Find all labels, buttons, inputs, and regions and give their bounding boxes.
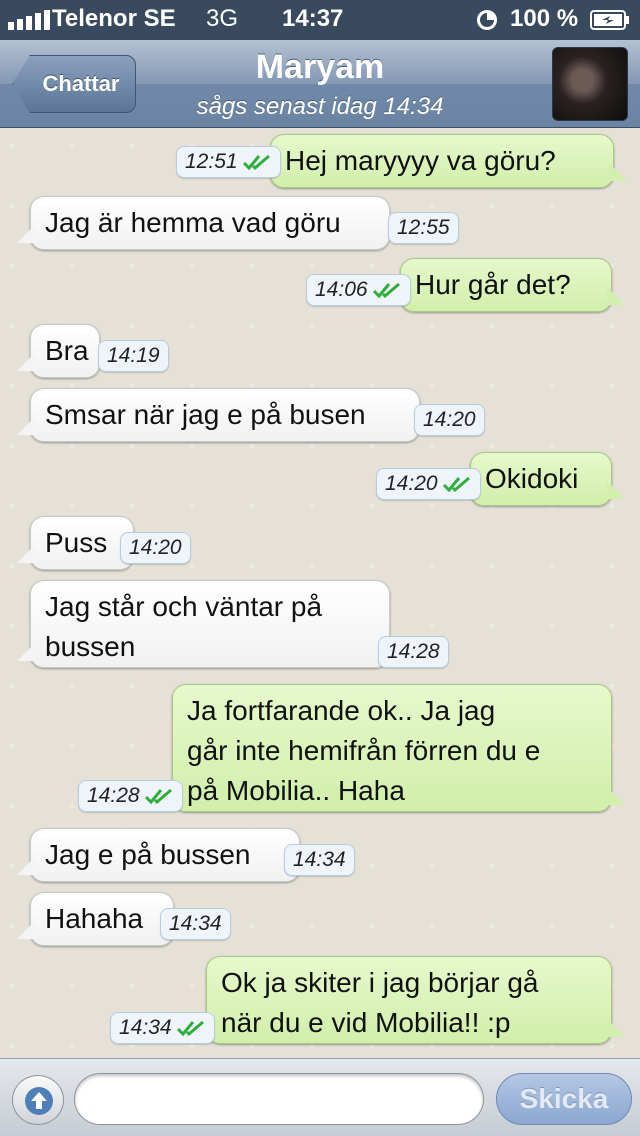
message-text: Puss: [45, 527, 108, 558]
battery-charging-icon: [590, 10, 629, 30]
signal-icon: [8, 10, 50, 30]
message-text: Okidoki: [485, 463, 579, 494]
message-input[interactable]: [74, 1073, 484, 1125]
last-seen-status: sågs senast idag 14:34: [196, 93, 444, 120]
clock: 14:37: [282, 5, 344, 32]
incoming-message-bubble[interactable]: Puss: [30, 516, 134, 570]
timestamp-text: 14:20: [385, 472, 438, 495]
incoming-message-bubble[interactable]: Jag står och väntar på bussen: [30, 580, 390, 668]
message-text: Smsar när jag e på busen: [45, 399, 366, 430]
outgoing-message-bubble[interactable]: Okidoki: [470, 452, 612, 506]
timestamp-text: 14:28: [87, 784, 140, 807]
upload-arrow-icon: [25, 1087, 53, 1115]
timestamp-text: 14:34: [169, 912, 222, 935]
message-timestamp: 14:20: [414, 404, 485, 436]
incoming-message-bubble[interactable]: Bra: [30, 324, 100, 378]
message-text: Jag e på bussen: [45, 839, 251, 870]
message-text: Ja fortfarande ok.. Ja jag går inte hemi…: [187, 695, 541, 806]
timestamp-text: 14:06: [315, 278, 368, 301]
double-check-icon: [144, 789, 172, 805]
status-bar: Telenor SE 3G 14:37 100 %: [0, 0, 640, 40]
navigation-bar: Chattar Maryam sågs senast idag 14:34: [0, 40, 640, 128]
message-timestamp: 14:19: [98, 340, 169, 372]
incoming-message-bubble[interactable]: Jag är hemma vad göru: [30, 196, 390, 250]
message-timestamp: 14:06: [306, 274, 411, 306]
double-check-icon: [242, 155, 270, 171]
message-text: Hahaha: [45, 903, 144, 934]
timestamp-text: 14:20: [423, 408, 476, 431]
message-text: Ok ja skiter i jag börjar gå när du e vi…: [221, 967, 539, 1038]
outgoing-message-bubble[interactable]: Hur går det?: [400, 258, 612, 312]
incoming-message-bubble[interactable]: Smsar när jag e på busen: [30, 388, 420, 442]
message-timestamp: 14:20: [120, 532, 191, 564]
timestamp-text: 12:55: [397, 216, 450, 239]
timestamp-text: 14:20: [129, 536, 182, 559]
timestamp-text: 14:28: [387, 640, 440, 663]
incoming-message-bubble[interactable]: Hahaha: [30, 892, 174, 946]
incoming-message-bubble[interactable]: Jag e på bussen: [30, 828, 300, 882]
back-button[interactable]: Chattar: [12, 55, 136, 113]
message-timestamp: 14:28: [378, 636, 449, 668]
timestamp-text: 12:51: [185, 150, 238, 173]
timestamp-text: 14:34: [119, 1016, 172, 1039]
send-button[interactable]: Skicka: [496, 1073, 632, 1125]
timestamp-text: 14:34: [293, 848, 346, 871]
chat-area[interactable]: Hej maryyyy va göru? 12:51 Jag är hemma va…: [0, 128, 640, 1058]
double-check-icon: [372, 283, 400, 299]
message-timestamp: 12:55: [388, 212, 459, 244]
message-text: Jag är hemma vad göru: [45, 207, 341, 238]
message-timestamp: 14:28: [78, 780, 183, 812]
contact-name: Maryam: [255, 48, 385, 86]
outgoing-message-bubble[interactable]: Hej maryyyy va göru?: [270, 134, 614, 188]
outgoing-message-bubble[interactable]: Ok ja skiter i jag börjar gå när du e vi…: [206, 956, 612, 1044]
attach-button[interactable]: [12, 1075, 64, 1125]
double-check-icon: [442, 477, 470, 493]
message-timestamp: 12:51: [176, 146, 281, 178]
message-text: Jag står och väntar på bussen: [45, 591, 323, 662]
message-timestamp: 14:34: [110, 1012, 215, 1044]
timestamp-text: 14:19: [107, 344, 160, 367]
message-timestamp: 14:20: [376, 468, 481, 500]
contact-avatar[interactable]: [552, 47, 628, 121]
input-bar: Skicka: [0, 1058, 640, 1136]
carrier-name: Telenor SE: [52, 5, 176, 32]
outgoing-message-bubble[interactable]: Ja fortfarande ok.. Ja jag går inte hemi…: [172, 684, 612, 812]
network-type: 3G: [206, 5, 239, 32]
double-check-icon: [176, 1021, 204, 1037]
message-timestamp: 14:34: [284, 844, 355, 876]
message-text: Hej maryyyy va göru?: [285, 145, 556, 176]
battery-percent: 100 %: [510, 5, 579, 32]
message-text: Hur går det?: [415, 269, 571, 300]
orientation-lock-icon: [477, 10, 497, 30]
message-timestamp: 14:34: [160, 908, 231, 940]
message-text: Bra: [45, 335, 89, 366]
